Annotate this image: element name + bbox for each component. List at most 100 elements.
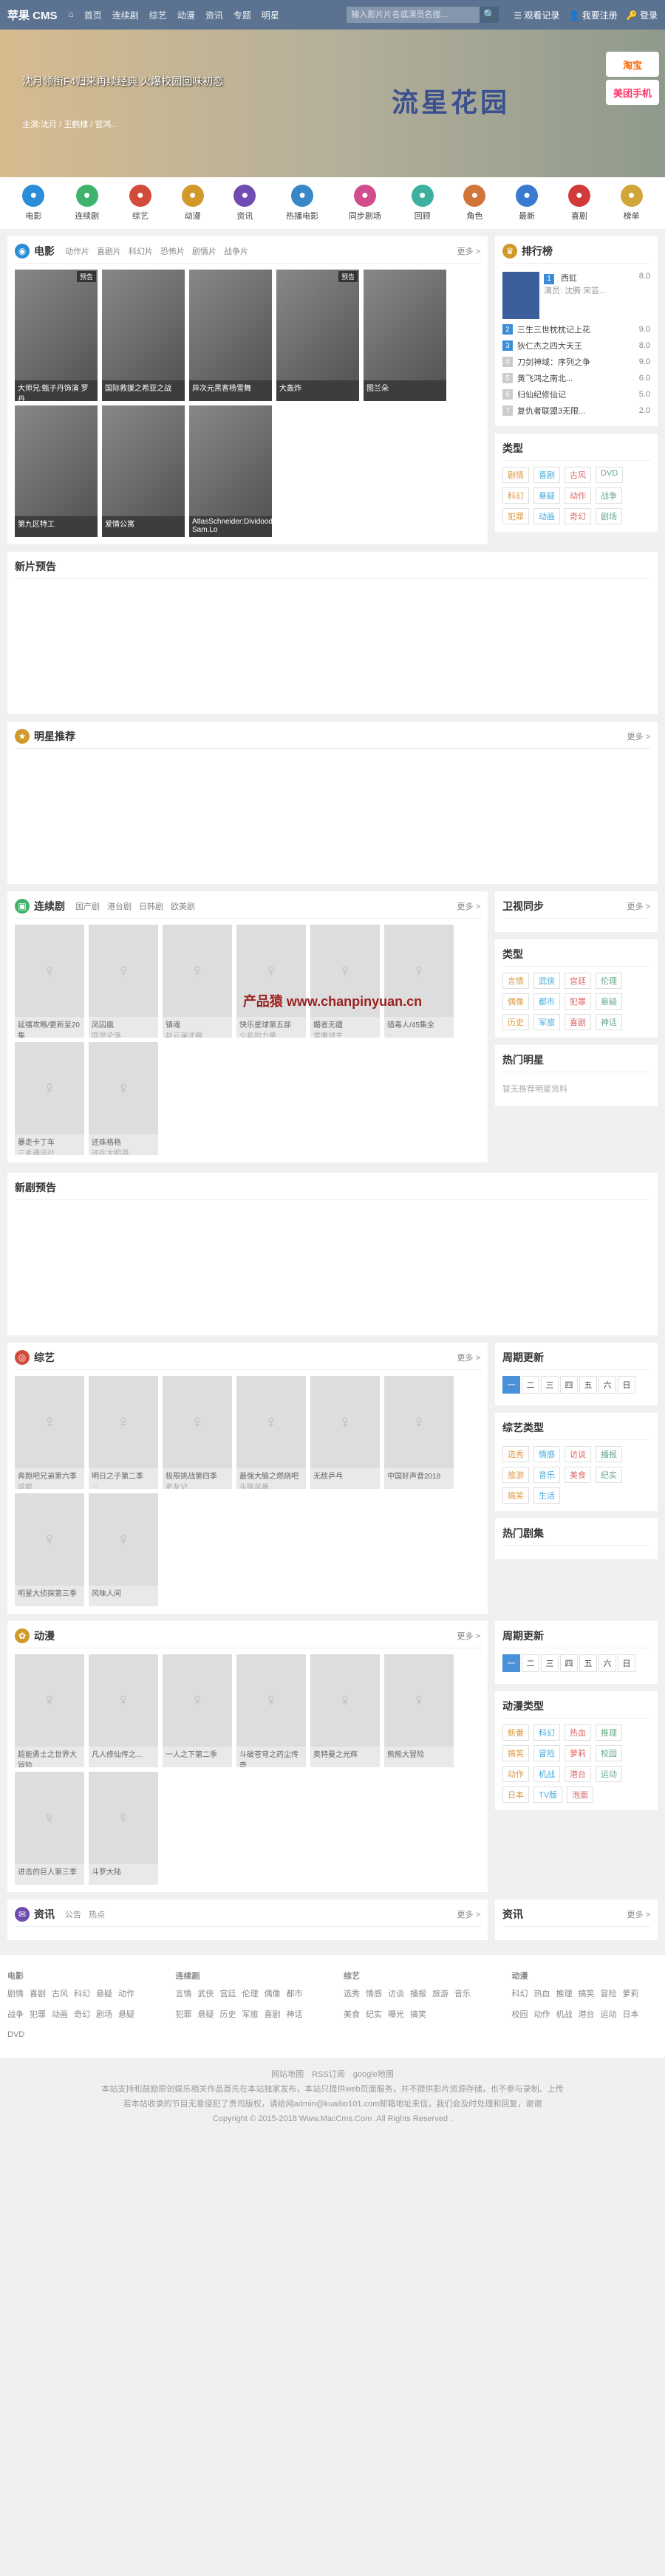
- news-side-more[interactable]: 更多 >: [627, 1908, 650, 1920]
- tag[interactable]: 热血: [565, 1724, 591, 1741]
- footer-link[interactable]: 科幻: [74, 1987, 90, 2002]
- day[interactable]: 二: [522, 1376, 539, 1394]
- poster[interactable]: ♀进击的巨人第三季: [15, 1772, 84, 1885]
- tag[interactable]: 武侠: [533, 973, 560, 989]
- footer-link[interactable]: 剧情: [7, 1987, 24, 2002]
- variety-more[interactable]: 更多 >: [457, 1352, 480, 1363]
- tag[interactable]: 科幻: [502, 487, 529, 504]
- dtab[interactable]: 国产剧: [75, 900, 100, 912]
- poster[interactable]: ♀无敌乒乓: [310, 1376, 380, 1489]
- tag[interactable]: 搞笑: [502, 1487, 529, 1504]
- footer-link[interactable]: 悬疑: [96, 1987, 112, 2002]
- tag[interactable]: 新番: [502, 1724, 529, 1741]
- hero-banner[interactable]: 沈月领衔F4归来再续经典 火爆校园回味初恋 流星花园 主演:沈月 / 王鹤棣 /…: [0, 30, 665, 177]
- footer-link[interactable]: 战争: [7, 2008, 24, 2023]
- iconnav-1[interactable]: ●连续剧: [75, 185, 99, 222]
- tag[interactable]: 动作: [565, 487, 591, 504]
- poster[interactable]: ♀极限挑战第四季老友记...: [163, 1376, 232, 1489]
- poster[interactable]: ♀中国好声音2018: [384, 1376, 454, 1489]
- tag[interactable]: 偶像: [502, 993, 529, 1010]
- footer-link[interactable]: DVD: [7, 2028, 24, 2043]
- poster[interactable]: ♀媚者无疆雪鹰领主...: [310, 925, 380, 1038]
- footer-link[interactable]: 古风: [52, 1987, 68, 2002]
- footer-link[interactable]: 机战: [556, 2008, 573, 2023]
- tag[interactable]: 剧情: [502, 467, 529, 483]
- tag[interactable]: 剧场: [596, 508, 622, 524]
- tag[interactable]: 犯罪: [565, 993, 591, 1010]
- tag[interactable]: 运动: [596, 1766, 622, 1782]
- user-link-0[interactable]: ☰ 观看记录: [514, 9, 559, 21]
- tag[interactable]: 校园: [596, 1745, 622, 1761]
- day[interactable]: 六: [598, 1376, 616, 1394]
- movies-more[interactable]: 更多 >: [457, 245, 480, 257]
- tag[interactable]: 伦理: [596, 973, 622, 989]
- footer-link[interactable]: 言情: [176, 1987, 192, 2002]
- footer-link[interactable]: 犯罪: [30, 2008, 46, 2023]
- nav-1[interactable]: 首页: [84, 9, 102, 21]
- footer-link[interactable]: 选秀: [344, 1987, 360, 2002]
- poster[interactable]: ♀镇魂赵云澜沈巍...: [163, 925, 232, 1038]
- footer-link[interactable]: 搞笑: [579, 1987, 595, 2002]
- tag[interactable]: 美食: [565, 1467, 591, 1483]
- day[interactable]: 一: [502, 1654, 520, 1672]
- brand-meituan[interactable]: 美团手机: [606, 80, 659, 105]
- mtab[interactable]: 动作片: [65, 245, 89, 257]
- poster[interactable]: ♀一人之下第二季: [163, 1654, 232, 1767]
- tag[interactable]: 科幻: [533, 1724, 560, 1741]
- footer-link[interactable]: 宫廷: [220, 1987, 236, 2002]
- poster[interactable]: ♀猎毒人/45集全...: [384, 925, 454, 1038]
- footer-link[interactable]: 悬疑: [198, 2008, 214, 2023]
- mtab[interactable]: 科幻片: [129, 245, 153, 257]
- tag[interactable]: 日本: [502, 1787, 529, 1803]
- footer-link[interactable]: 科幻: [512, 1987, 528, 2002]
- day[interactable]: 日: [618, 1376, 635, 1394]
- nav-2[interactable]: 连续剧: [112, 9, 139, 21]
- tag[interactable]: 悬疑: [596, 993, 622, 1010]
- tag[interactable]: 情感: [533, 1446, 560, 1462]
- poster[interactable]: ♀明日之子第二季...: [89, 1376, 158, 1489]
- iconnav-3[interactable]: ●动漫: [182, 185, 204, 222]
- search-button[interactable]: 🔍: [480, 7, 499, 23]
- mtab[interactable]: 恐怖片: [160, 245, 185, 257]
- poster[interactable]: ♀风味人间: [89, 1493, 158, 1606]
- footer-link[interactable]: 访谈: [388, 1987, 404, 2002]
- footer-link[interactable]: 播报: [410, 1987, 426, 2002]
- tag[interactable]: TV版: [533, 1787, 562, 1803]
- poster[interactable]: ♀延禧攻略/更新至20集富察傅恒...: [15, 925, 84, 1038]
- footer-sitemap[interactable]: 网站地图 RSS订阅 google地图: [0, 2068, 665, 2083]
- poster[interactable]: ♀快乐星球第五部少年的力量...: [236, 925, 306, 1038]
- tag[interactable]: 纪实: [596, 1467, 622, 1483]
- iconnav-0[interactable]: ●电影: [22, 185, 44, 222]
- search-input[interactable]: [347, 7, 480, 23]
- footer-link[interactable]: 动画: [52, 2008, 68, 2023]
- poster[interactable]: ♀斗罗大陆: [89, 1772, 158, 1885]
- tag[interactable]: 神话: [596, 1014, 622, 1030]
- footer-link[interactable]: 喜剧: [30, 1987, 46, 2002]
- tag[interactable]: 动画: [533, 508, 560, 524]
- poster[interactable]: ♀最强大脑之燃烧吧头脑风暴...: [236, 1376, 306, 1489]
- stars-more[interactable]: 更多 >: [627, 730, 650, 742]
- tag[interactable]: 奇幻: [565, 508, 591, 524]
- tag[interactable]: 犯罪: [502, 508, 529, 524]
- nav-4[interactable]: 动漫: [177, 9, 195, 21]
- tag[interactable]: 机战: [533, 1766, 560, 1782]
- rank-top[interactable]: 1 西虹演员: 沈腾 宋芸...8.0: [502, 270, 650, 321]
- footer-link[interactable]: 情感: [366, 1987, 382, 2002]
- mtab[interactable]: 战争片: [224, 245, 248, 257]
- footer-link[interactable]: 曝光: [388, 2008, 404, 2023]
- nav-7[interactable]: 明星: [262, 9, 279, 21]
- tag[interactable]: 言情: [502, 973, 529, 989]
- drama-more[interactable]: 更多 >: [457, 900, 480, 912]
- movie-poster[interactable]: AtlasSchneider:Dividood Sam.Lo: [189, 405, 272, 537]
- mtab[interactable]: 喜剧片: [97, 245, 121, 257]
- footer-link[interactable]: 犯罪: [176, 2008, 192, 2023]
- footer-link[interactable]: 偶像: [265, 1987, 281, 2002]
- user-link-2[interactable]: 🔑 登录: [627, 9, 658, 21]
- dtab[interactable]: 港台剧: [107, 900, 132, 912]
- footer-link[interactable]: 冒险: [601, 1987, 617, 2002]
- movie-poster[interactable]: 预告大师兄:甄子丹饰演 罗丹: [15, 270, 98, 401]
- tag[interactable]: 音乐: [533, 1467, 560, 1483]
- footer-link[interactable]: 动作: [118, 1987, 134, 2002]
- movie-poster[interactable]: 爱情公寓: [102, 405, 185, 537]
- iconnav-7[interactable]: ●回顾: [412, 185, 434, 222]
